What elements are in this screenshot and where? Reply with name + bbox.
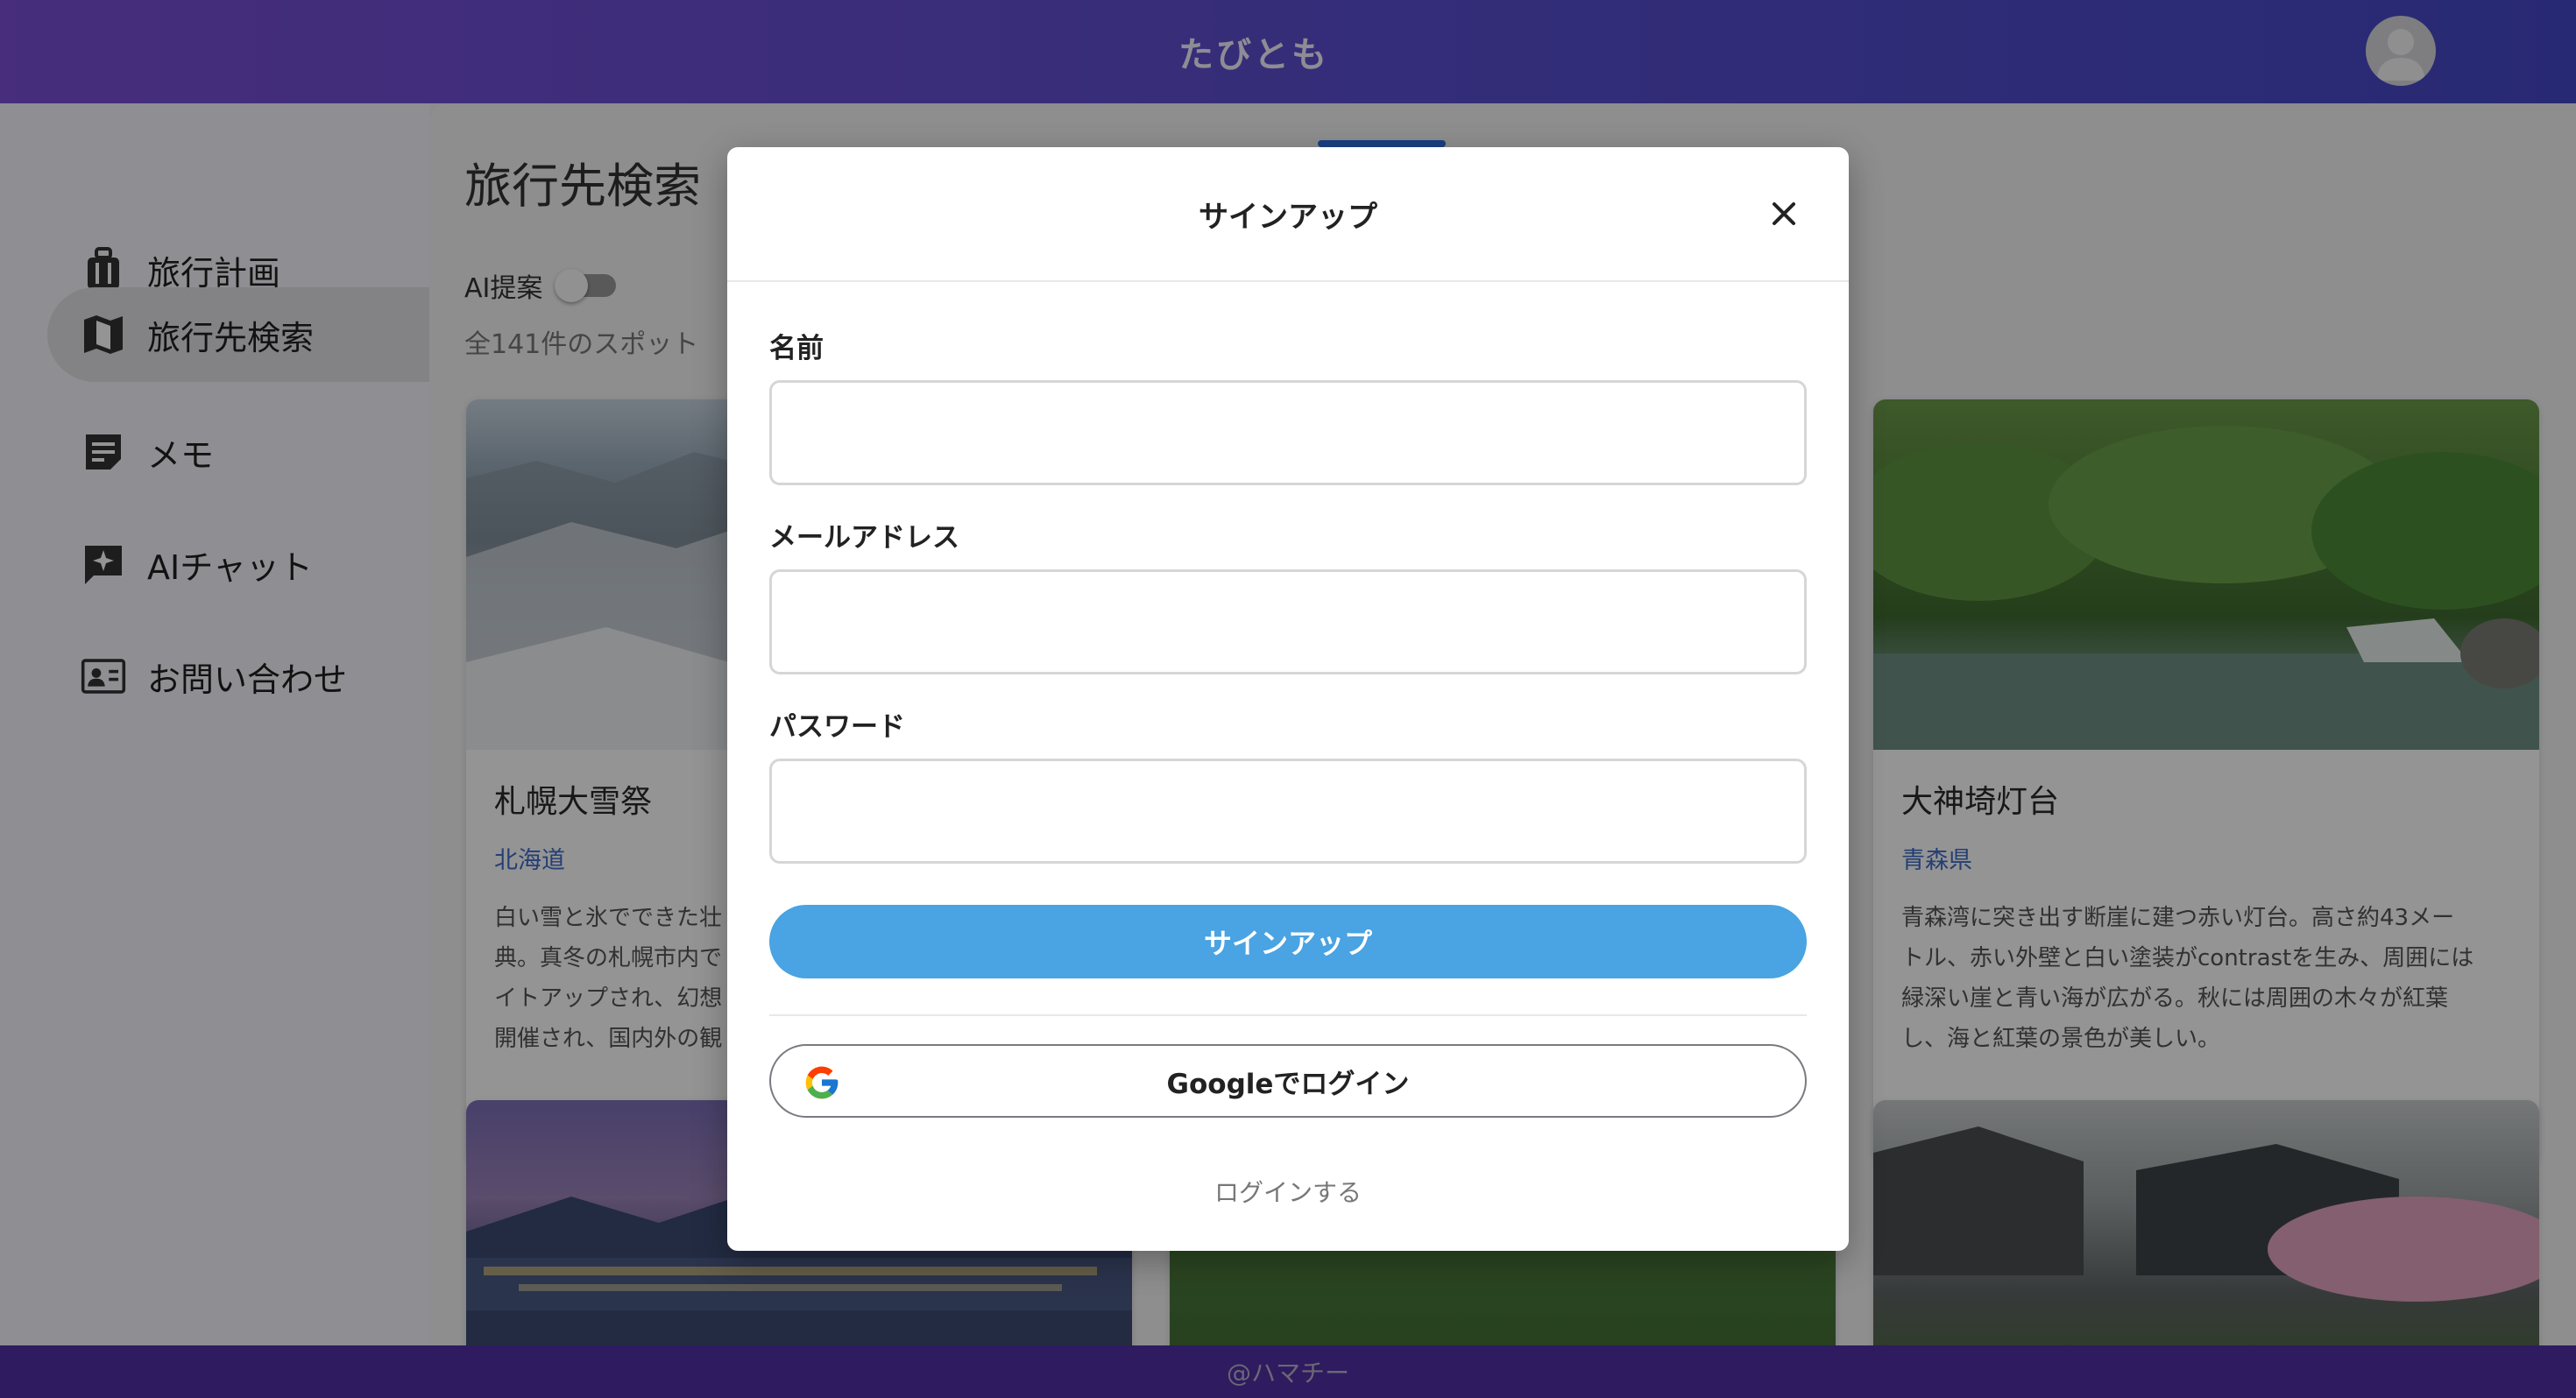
signup-button[interactable]: サインアップ	[769, 905, 1807, 978]
email-field[interactable]	[769, 569, 1807, 674]
password-field[interactable]	[769, 759, 1807, 864]
modal-title: サインアップ	[1199, 200, 1377, 235]
close-icon[interactable]	[1765, 194, 1803, 233]
modal-header: サインアップ	[727, 147, 1849, 282]
name-field[interactable]	[769, 380, 1807, 485]
signup-modal: サインアップ 名前 メールアドレス パスワード サインアップ Googleでログ…	[727, 147, 1849, 1251]
google-icon	[803, 1063, 841, 1102]
name-label: 名前	[769, 333, 824, 364]
password-label: パスワード	[769, 711, 905, 743]
email-label: メールアドレス	[769, 522, 959, 554]
google-login-label: Googleでログイン	[1166, 1068, 1410, 1100]
google-login-button[interactable]: Googleでログイン	[769, 1044, 1807, 1118]
divider	[769, 1014, 1807, 1016]
login-link[interactable]: ログインする	[727, 1174, 1849, 1209]
